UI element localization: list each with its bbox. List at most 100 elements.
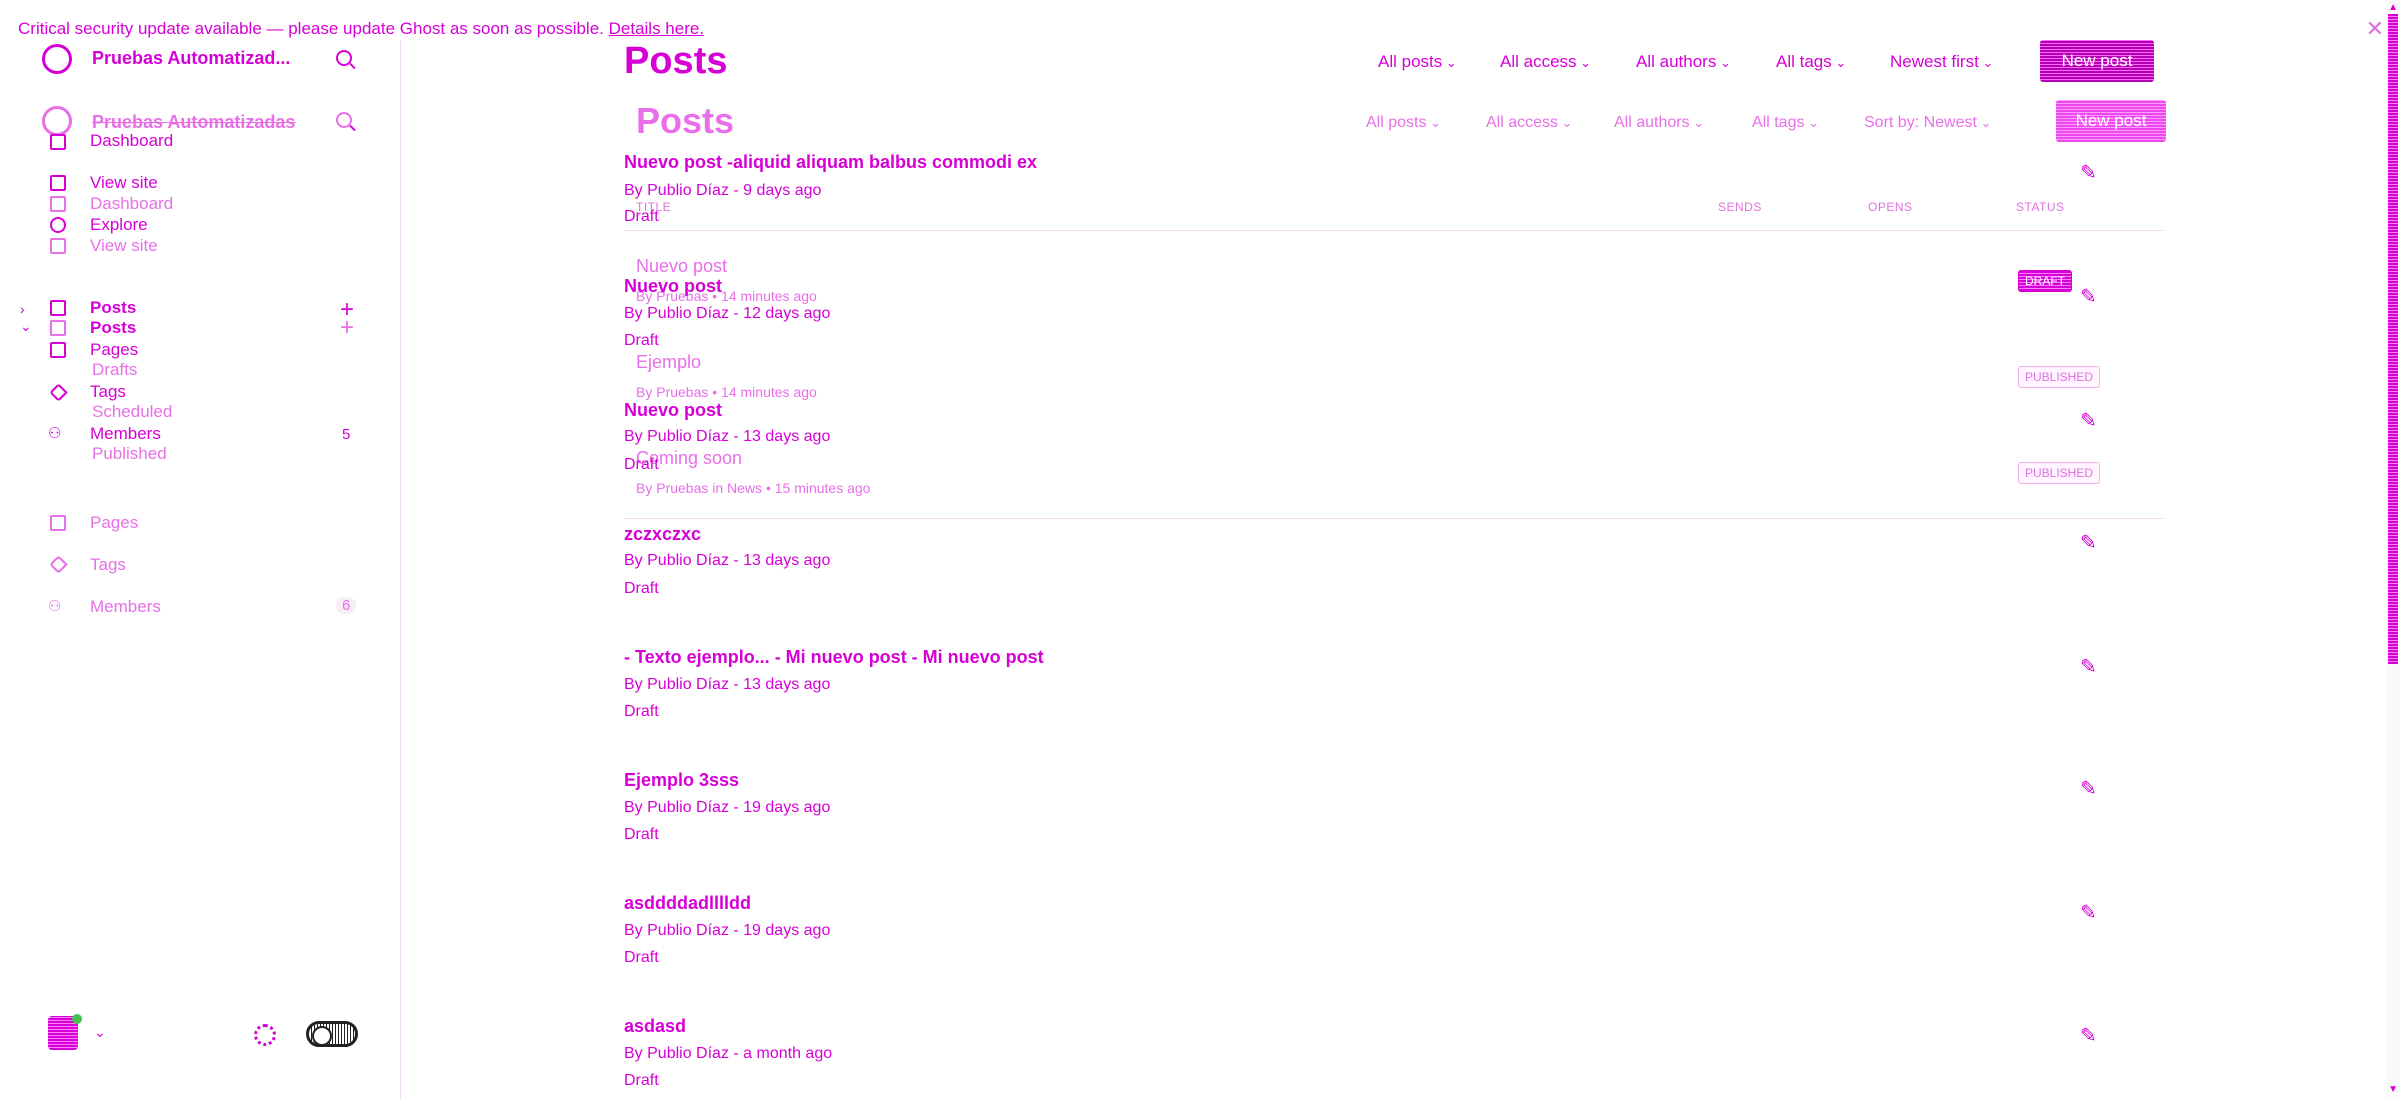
post-status: Draft: [624, 703, 659, 720]
post-status: Draft: [624, 332, 659, 349]
new-post-button[interactable]: New post: [2040, 40, 2154, 82]
nav-published[interactable]: Published: [92, 444, 167, 464]
ghost-post-meta: By Pruebas in News • 15 minutes ago: [636, 480, 871, 496]
ghost-post-title: Ejemplo: [636, 352, 702, 372]
status-badge: PUBLISHED: [2018, 366, 2101, 388]
nav-scheduled[interactable]: Scheduled: [92, 402, 172, 422]
ghost-logo-icon: [42, 106, 72, 136]
scroll-down-arrow[interactable]: ▼: [2388, 1084, 2398, 1095]
filter-all-access-ghost: All access: [1486, 114, 1573, 132]
post-meta: By Publio Díaz - 13 days ago: [624, 428, 831, 445]
pencil-icon[interactable]: ✎: [2080, 284, 2097, 309]
scroll-up-arrow[interactable]: ▲: [2388, 2, 2398, 13]
nav-pages-ghost: Pages: [90, 513, 139, 532]
edit-icon: [50, 300, 66, 316]
ghost-post-meta: By Pruebas • 14 minutes ago: [636, 384, 817, 400]
pencil-icon[interactable]: ✎: [2080, 1023, 2097, 1048]
globe-icon: [50, 217, 66, 233]
security-banner: Critical security update available — ple…: [18, 19, 704, 39]
members-count-ghost: 6: [336, 597, 357, 614]
pencil-icon[interactable]: ✎: [2080, 776, 2097, 801]
nav-tags-ghost: Tags: [90, 555, 126, 574]
gear-icon[interactable]: [254, 1024, 276, 1046]
pencil-icon[interactable]: ✎: [2080, 530, 2097, 555]
status-badge: PUBLISHED: [2018, 462, 2101, 484]
members-icon: ⚇: [48, 598, 62, 615]
home-icon: [50, 175, 66, 191]
filter-all-tags[interactable]: All tags: [1776, 52, 1846, 72]
home-icon: [50, 134, 66, 150]
pencil-icon[interactable]: ✎: [2080, 408, 2097, 433]
scrollbar-thumb[interactable]: [2388, 14, 2398, 664]
filter-all-authors-ghost: All authors: [1614, 114, 1704, 132]
post-meta: By Publio Díaz - 19 days ago: [624, 922, 831, 939]
page-title-ghost: Posts: [636, 100, 735, 141]
banner-text: Critical security update available — ple…: [18, 19, 604, 38]
page-icon: [50, 515, 66, 531]
post-status: Draft: [624, 580, 659, 597]
post-meta: By Publio Díaz - 9 days ago: [624, 182, 822, 199]
ghost-post-title: Nuevo post: [636, 256, 728, 276]
filter-all-posts-ghost: All posts: [1366, 114, 1441, 132]
pencil-icon[interactable]: ✎: [2080, 900, 2097, 925]
divider: [624, 518, 2164, 519]
nav-explore[interactable]: Explore: [90, 215, 148, 235]
post-title[interactable]: Ejemplo 3sss: [624, 770, 739, 791]
chevron-down-icon[interactable]: ⌄: [20, 318, 32, 335]
members-count: 5: [342, 426, 351, 443]
post-meta: By Publio Díaz - a month ago: [624, 1045, 833, 1062]
post-title[interactable]: Nuevo post -aliquid aliquam balbus commo…: [624, 152, 1037, 173]
nav-posts[interactable]: Posts: [90, 298, 136, 318]
dark-mode-toggle[interactable]: [306, 1021, 358, 1047]
column-opens: OPENS: [1868, 200, 1913, 214]
post-status: Draft: [624, 456, 659, 473]
post-title[interactable]: Nuevo post: [624, 276, 722, 297]
banner-details-link[interactable]: Details here.: [609, 19, 704, 38]
filter-all-access[interactable]: All access: [1500, 52, 1591, 72]
post-title[interactable]: - Texto ejemplo... - Mi nuevo post - Mi …: [624, 647, 1044, 668]
sort-newest-first[interactable]: Newest first: [1890, 52, 1993, 72]
nav-members-ghost: Members: [90, 597, 161, 616]
post-title[interactable]: asdasd: [624, 1016, 686, 1037]
close-icon[interactable]: ✕: [2366, 16, 2384, 42]
pencil-icon[interactable]: ✎: [2080, 654, 2097, 679]
page-icon: [50, 342, 66, 358]
ghost-logo-icon[interactable]: [42, 44, 72, 74]
column-sends: SENDS: [1718, 200, 1762, 214]
external-link-icon: [50, 238, 66, 254]
search-icon: [336, 112, 352, 128]
online-status-dot: [72, 1014, 82, 1024]
filter-all-authors[interactable]: All authors: [1636, 52, 1731, 72]
edit-icon: [50, 320, 66, 336]
post-meta: By Publio Díaz - 13 days ago: [624, 552, 831, 569]
nav-tags[interactable]: Tags: [90, 382, 126, 402]
members-icon: ⚇: [48, 425, 62, 442]
post-status: Draft: [624, 949, 659, 966]
status-badge: DRAFT: [2018, 270, 2072, 292]
post-status: Draft: [624, 826, 659, 843]
nav-drafts[interactable]: Drafts: [92, 360, 137, 380]
post-meta: By Publio Díaz - 13 days ago: [624, 676, 831, 693]
post-meta: By Publio Díaz - 12 days ago: [624, 305, 831, 322]
pencil-icon[interactable]: ✎: [2080, 160, 2097, 185]
post-title[interactable]: zczxczxc: [624, 524, 701, 545]
nav-view-site[interactable]: View site: [90, 173, 158, 193]
search-icon[interactable]: [336, 50, 352, 66]
post-title[interactable]: asddddadlllldd: [624, 893, 751, 914]
nav-view-site-ghost: View site: [90, 236, 158, 255]
nav-dashboard[interactable]: Dashboard: [90, 131, 173, 151]
filter-all-posts[interactable]: All posts: [1378, 52, 1457, 72]
chevron-right-icon[interactable]: ›: [20, 301, 25, 317]
nav-members[interactable]: Members: [90, 424, 161, 444]
chevron-down-icon[interactable]: ⌄: [94, 1024, 106, 1041]
nav-posts-ghost: Posts: [90, 318, 137, 337]
nav-pages[interactable]: Pages: [90, 340, 138, 360]
divider: [624, 230, 2164, 231]
page-title: Posts: [624, 40, 728, 82]
post-meta: By Publio Díaz - 19 days ago: [624, 799, 831, 816]
post-title[interactable]: Nuevo post: [624, 400, 722, 421]
post-status: Draft: [624, 208, 659, 225]
post-status: Draft: [624, 1072, 659, 1089]
nav-dashboard-ghost: Dashboard: [90, 194, 174, 213]
site-title[interactable]: Pruebas Automatizad...: [92, 48, 290, 69]
